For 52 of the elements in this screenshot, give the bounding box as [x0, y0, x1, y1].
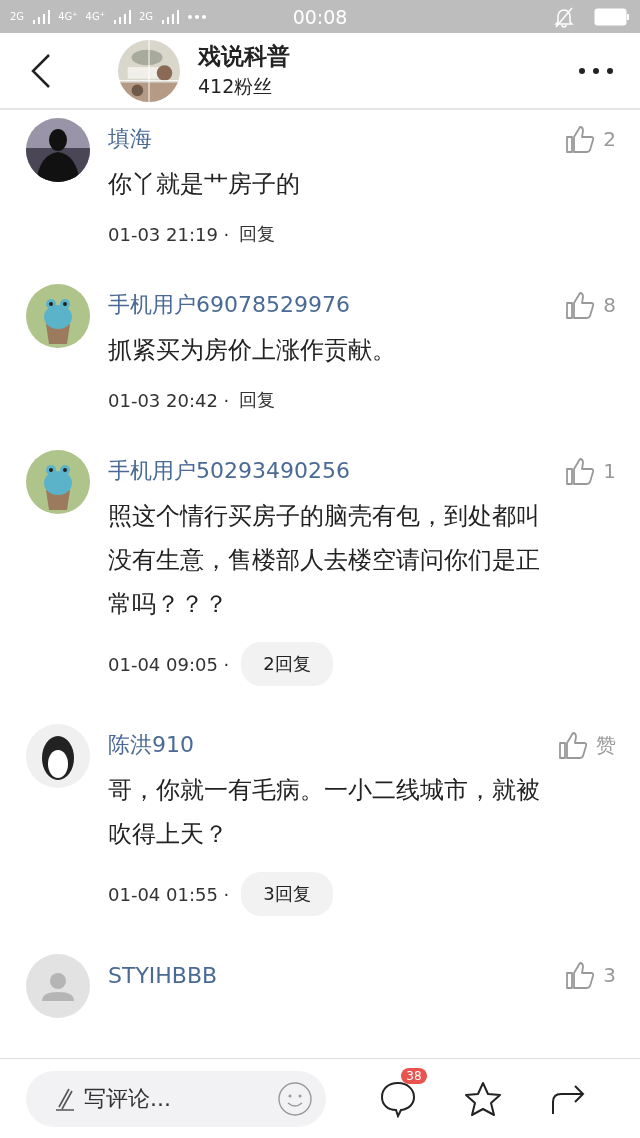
pencil-icon: [56, 1086, 74, 1111]
signal-icon: [112, 9, 131, 24]
smiley-icon[interactable]: [278, 1081, 312, 1116]
comment-count-badge: 38: [401, 1067, 427, 1084]
thumbs-up-icon[interactable]: [565, 290, 596, 320]
replies-button[interactable]: 3回复: [241, 872, 333, 916]
bell-off-icon: [554, 5, 574, 28]
avatar-icon: [26, 724, 90, 788]
thumbs-up-icon[interactable]: [558, 730, 588, 760]
thumbs-up-icon[interactable]: [565, 456, 596, 486]
network-label: 4G⁺: [58, 11, 78, 22]
user-name[interactable]: 手机用户69078529976: [108, 290, 566, 320]
comment-text: 哥，你就一有毛病。一小二线城市，就被吹得上天？: [108, 775, 541, 850]
user-name[interactable]: 陈洪910: [108, 730, 558, 760]
like-count: 2: [603, 127, 616, 151]
comment-time: 01-04 01:55 ·: [108, 883, 230, 905]
comment-time: 01-04 09:05 ·: [108, 653, 230, 675]
user-name[interactable]: 手机用户50293490256: [108, 456, 566, 486]
comment-time: 01-03 20:42 ·: [108, 389, 230, 411]
more-icon[interactable]: [578, 66, 614, 75]
comment-text: 照这个情行买房子的脑壳有包，到处都叫没有生意，售楼部人去楼空请问你们是正常吗？？？: [108, 501, 541, 620]
reply-link[interactable]: 回复: [239, 222, 276, 246]
network-label: 4G⁺: [85, 11, 105, 22]
reply-link[interactable]: 回复: [239, 388, 276, 412]
comment-text: 抓紧买为房价上涨作贡献。: [108, 335, 397, 366]
network-label: 2G: [10, 11, 25, 22]
channel-name: 戏说科普: [198, 42, 291, 71]
like-count: 赞: [596, 731, 616, 759]
comment-input-field[interactable]: 写评论...: [26, 1070, 326, 1127]
signal-icon: [161, 9, 180, 24]
network-label: 2G: [138, 11, 154, 22]
like-count: 8: [603, 293, 616, 317]
user-name[interactable]: STYIHBBB: [108, 962, 566, 988]
thumbs-up-icon[interactable]: [565, 124, 596, 154]
battery-icon: [594, 7, 630, 26]
thumbs-up-icon[interactable]: [565, 960, 596, 990]
star-icon[interactable]: [464, 1079, 502, 1118]
avatar-icon: [26, 284, 90, 348]
default-avatar-icon: [26, 954, 90, 1018]
signal-icon: [32, 9, 51, 24]
more-icon: [187, 13, 208, 20]
replies-button[interactable]: 2回复: [241, 642, 333, 686]
avatar-icon: [26, 450, 90, 514]
like-count: 3: [603, 963, 616, 987]
like-count: 1: [603, 459, 616, 483]
clock-time: 00:08: [292, 5, 348, 28]
comment-time: 01-03 21:19 ·: [108, 223, 230, 245]
back-icon[interactable]: [30, 52, 52, 89]
follower-count: 412粉丝: [198, 74, 274, 99]
comment-icon[interactable]: [379, 1079, 418, 1118]
comment-text: 你丫就是艹房子的: [108, 169, 301, 200]
user-name[interactable]: 填海: [108, 124, 566, 154]
